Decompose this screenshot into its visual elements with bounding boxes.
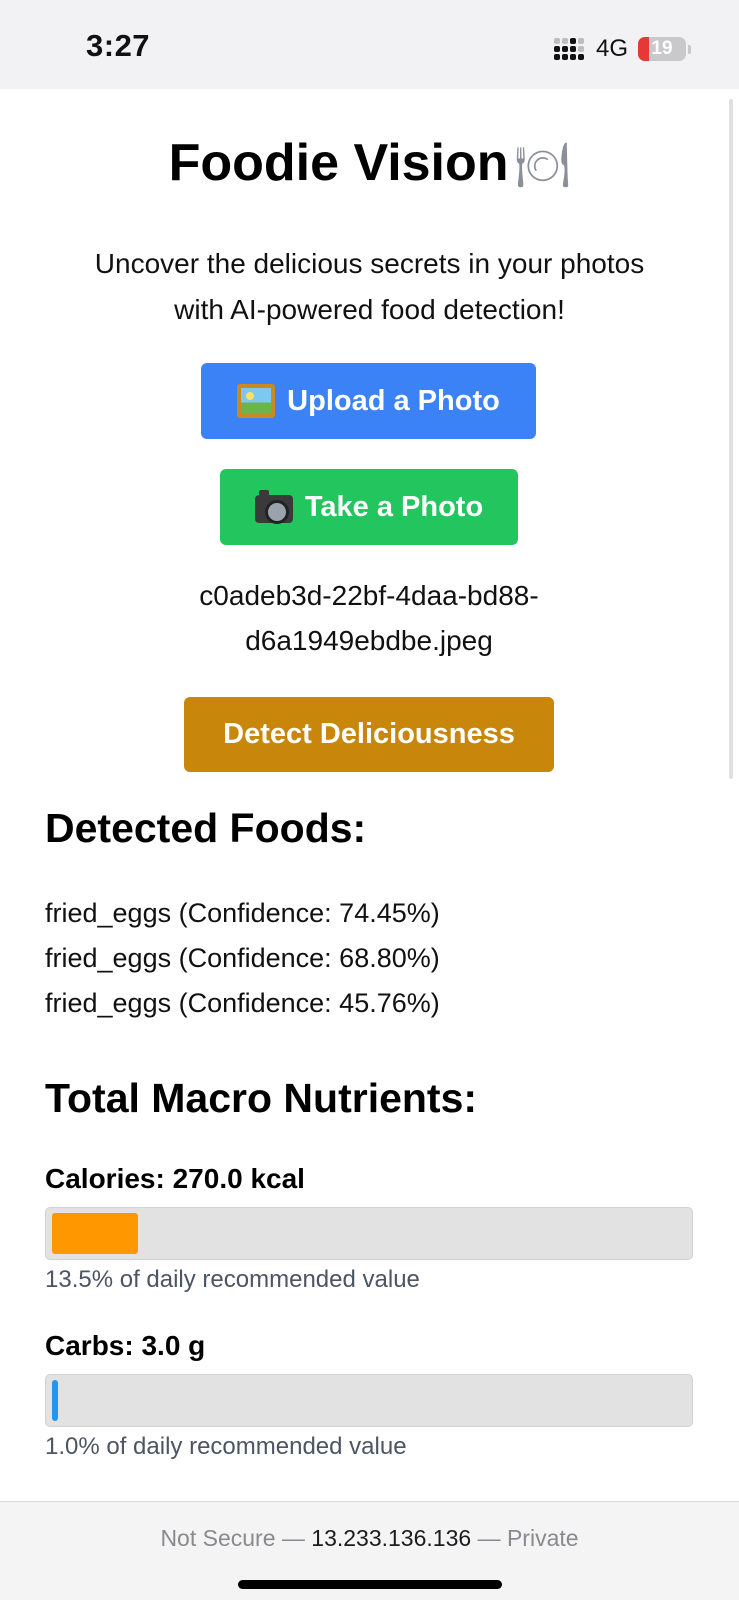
- status-bar: 3:27 4G 19: [0, 0, 739, 92]
- detect-deliciousness-button[interactable]: Detect Deliciousness: [184, 697, 554, 772]
- macro-nutrients-heading: Total Macro Nutrients:: [45, 1075, 478, 1121]
- battery-level: 19: [651, 38, 673, 59]
- take-photo-button[interactable]: Take a Photo: [220, 469, 518, 545]
- separator: —: [281, 1525, 305, 1551]
- upload-photo-label: Upload a Photo: [287, 384, 500, 417]
- progress-bar: [45, 1207, 693, 1260]
- url-display[interactable]: Not Secure — 13.233.136.136 — Private: [0, 1525, 739, 1552]
- progress-bar: [45, 1374, 693, 1427]
- browsing-mode-label: Private: [506, 1525, 579, 1551]
- web-page[interactable]: Foodie Vision 🍽 Uncover the delicious sec…: [0, 89, 739, 1501]
- list-item: fried_eggs (Confidence: 74.45%): [45, 898, 440, 928]
- page-title-text: Foodie Vision: [168, 134, 509, 192]
- fork-and-knife-with-plate-icon: 🍽: [514, 140, 571, 191]
- take-photo-label: Take a Photo: [304, 490, 484, 523]
- network-type: 4G: [595, 35, 628, 62]
- nutrient-label: Carbs: 3.0 g: [45, 1330, 206, 1361]
- file-name-line-1: c0adeb3d-22bf-4daa-bd88-: [199, 580, 539, 611]
- status-indicators: 4G 19: [553, 35, 691, 63]
- detect-button-label: Detect Deliciousness: [223, 718, 515, 750]
- list-item: fried_eggs (Confidence: 45.76%): [45, 988, 440, 1018]
- progress-bar-fill: [52, 1380, 59, 1421]
- host-address: 13.233.136.136: [311, 1525, 472, 1551]
- subtitle-line-1: Uncover the delicious secrets in your ph…: [94, 248, 645, 279]
- nutrient-calories: Calories: 270.0 kcal 13.5% of daily reco…: [45, 1163, 693, 1294]
- battery-icon: 19: [638, 37, 686, 61]
- upload-photo-button[interactable]: Upload a Photo: [201, 363, 536, 439]
- page-subtitle: Uncover the delicious secrets in your ph…: [40, 241, 699, 333]
- signal-strength-icon: [553, 38, 586, 60]
- file-name-line-2: d6a1949ebdbe.jpeg: [245, 625, 493, 656]
- detected-foods-list: fried_eggs (Confidence: 74.45%) fried_eg…: [45, 891, 440, 1026]
- status-time: 3:27: [86, 28, 151, 63]
- detected-foods-heading: Detected Foods:: [45, 805, 367, 851]
- nutrient-carbs: Carbs: 3.0 g 1.0% of daily recommended v…: [45, 1330, 693, 1461]
- progress-bar-fill: [52, 1213, 138, 1254]
- daily-value-note: 13.5% of daily recommended value: [45, 1266, 420, 1293]
- selected-file-name: c0adeb3d-22bf-4daa-bd88- d6a1949ebdbe.jp…: [119, 573, 619, 663]
- camera-icon: [254, 490, 293, 524]
- separator: —: [477, 1525, 501, 1551]
- security-label: Not Secure: [160, 1525, 276, 1551]
- home-indicator[interactable]: [238, 1580, 502, 1589]
- nutrient-label: Calories: 270.0 kcal: [45, 1163, 305, 1194]
- browser-address-bar[interactable]: Not Secure — 13.233.136.136 — Private: [0, 1501, 739, 1600]
- subtitle-line-2: with AI-powered food detection!: [174, 294, 565, 325]
- scroll-indicator: [729, 99, 733, 779]
- battery-fill: [638, 37, 649, 61]
- framed-picture-icon: [237, 384, 276, 418]
- page-title: Foodie Vision 🍽: [0, 133, 739, 193]
- battery-tip: [688, 44, 691, 54]
- list-item: fried_eggs (Confidence: 68.80%): [45, 943, 440, 973]
- daily-value-note: 1.0% of daily recommended value: [45, 1433, 407, 1460]
